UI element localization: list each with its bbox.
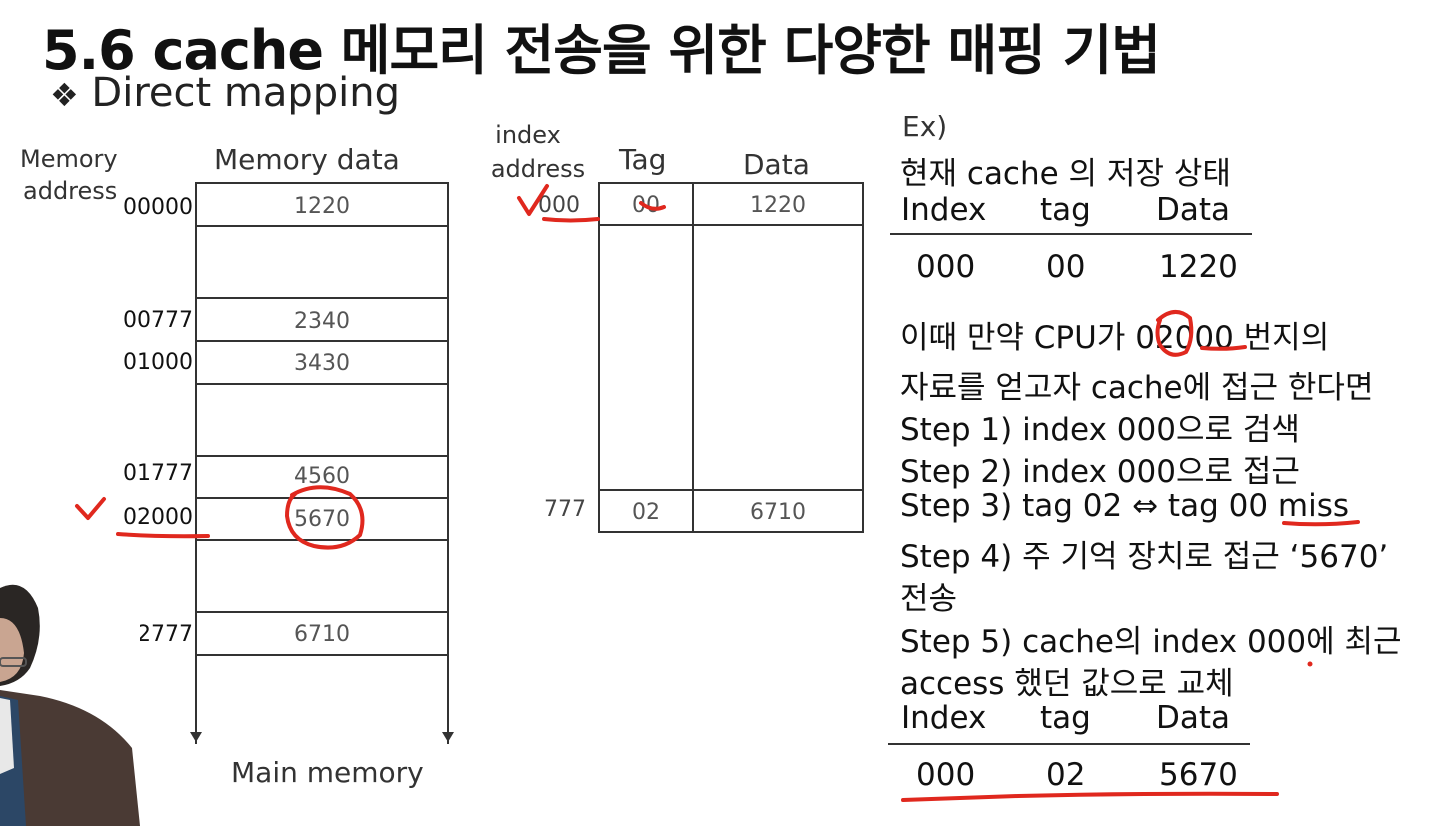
circle-mark (285, 485, 365, 550)
checkmark-icon (517, 184, 549, 216)
dot-mark (1307, 661, 1313, 667)
annotation-layer (75, 184, 1360, 802)
underline-mark (542, 217, 600, 223)
underline-mark (1200, 345, 1247, 351)
underline-mark (901, 791, 1279, 802)
circle-mark (1155, 310, 1194, 357)
underline-mark (1282, 520, 1360, 527)
checkmark-icon (75, 497, 106, 520)
presenter-video-thumbnail (0, 578, 140, 826)
underline-mark (116, 532, 210, 539)
scribble-mark (639, 201, 666, 211)
